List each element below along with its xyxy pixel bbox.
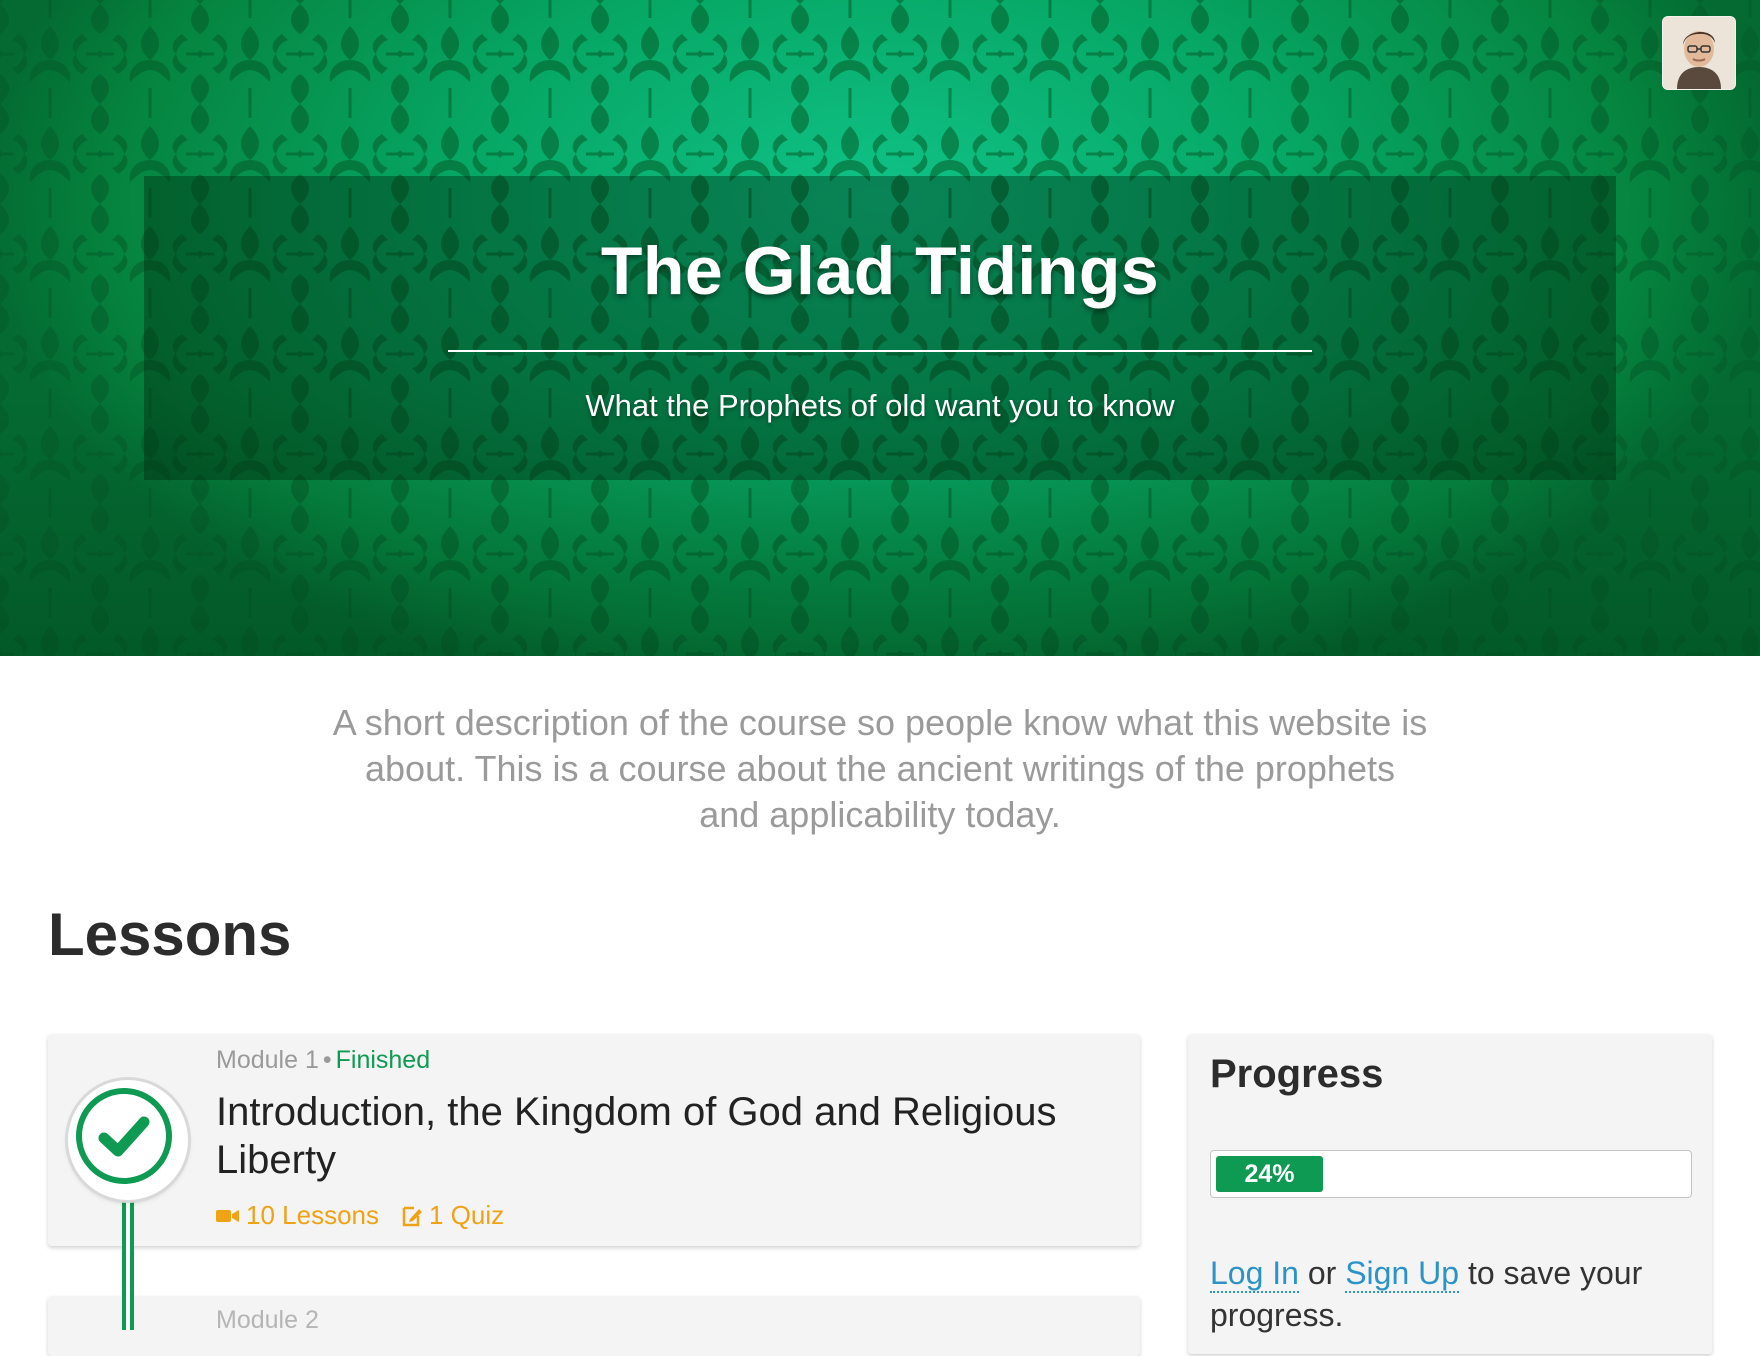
course-hero: The Glad Tidings What the Prophets of ol… (0, 0, 1760, 656)
module-status: Finished (335, 1046, 431, 1074)
checkmark-icon (98, 1116, 150, 1157)
check-circle (76, 1088, 172, 1184)
course-description: A short description of the course so peo… (332, 702, 1428, 835)
signup-link[interactable]: Sign Up (1345, 1255, 1460, 1293)
lessons-stat: 10 Lessons (216, 1200, 379, 1231)
quiz-stat: 1 Quiz (401, 1200, 504, 1231)
lessons-heading: Lessons (48, 901, 292, 968)
quiz-edit-icon (402, 1206, 422, 1226)
lessons-count: 10 Lessons (246, 1200, 379, 1230)
module-card-1[interactable]: Module 1 • Finished Introduction, the King… (48, 1034, 1140, 1246)
progress-title: Progress (1210, 1052, 1384, 1096)
user-avatar-icon (1663, 17, 1735, 89)
save-progress-prompt: Log In or Sign Up to save your progress. (1210, 1252, 1680, 1336)
module-complete-indicator (68, 1080, 188, 1200)
course-subtitle: What the Prophets of old want you to kno… (585, 388, 1175, 423)
quiz-count: 1 Quiz (428, 1200, 505, 1230)
user-avatar[interactable] (1662, 16, 1736, 90)
module-number: Module 1 (216, 1046, 319, 1074)
progress-bar: 24% (1210, 1150, 1692, 1198)
progress-fill: 24% (1216, 1156, 1323, 1192)
hero-title-panel: The Glad Tidings What the Prophets of ol… (144, 176, 1616, 480)
module-card-2[interactable]: Module 2 (48, 1296, 1140, 1356)
course-title: The Glad Tidings (600, 233, 1160, 309)
module-number: Module 2 (216, 1306, 319, 1334)
or-text: or (1307, 1255, 1337, 1291)
video-camera-icon (216, 1209, 239, 1222)
title-divider (448, 350, 1312, 352)
module-meta: Module 1 • Finished (216, 1046, 430, 1075)
timeline-connector (122, 1190, 134, 1330)
module-title[interactable]: Introduction, the Kingdom of God and Rel… (216, 1088, 1096, 1184)
login-link[interactable]: Log In (1210, 1255, 1299, 1293)
meta-separator: • (322, 1046, 332, 1074)
module-stats: 10 Lessons 1 Quiz (216, 1200, 526, 1231)
